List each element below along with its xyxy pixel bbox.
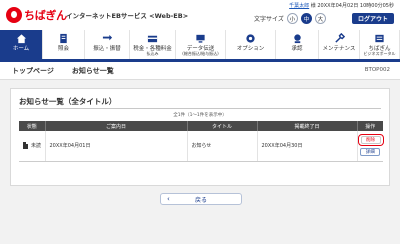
breadcrumb: トップページ お知らせ一覧: [12, 66, 114, 76]
screen-id: BTOP002: [364, 67, 390, 73]
user-suffix: 様: [310, 3, 316, 9]
service-name: インターネットEBサービス <Web-EB>: [66, 12, 189, 20]
tax-payment-icon: [147, 33, 158, 44]
font-size-label: 文字サイズ: [254, 16, 284, 23]
nav-item-tax-payment[interactable]: 税金・各種料金 払込み: [130, 30, 176, 59]
nav-item-maintenance[interactable]: メンテナンス: [319, 30, 360, 59]
notice-table: 状態 ご案内日 タイトル 掲載終了日 操作 未読 20XX年04月01日 お知ら…: [19, 121, 384, 162]
nav-label-maintenance: メンテナンス: [322, 46, 356, 52]
nav-label-option: オプション: [236, 46, 265, 52]
table-header-row: 状態 ご案内日 タイトル 掲載終了日 操作: [19, 121, 383, 131]
approval-icon: [292, 33, 303, 44]
logo-text: ちばぎん: [24, 9, 67, 22]
chevron-left-icon: ‹: [167, 195, 170, 203]
col-operation: 操作: [357, 121, 383, 131]
nav-sub-business-portal: ビジネスポータル: [363, 51, 396, 57]
date-cell: 20XX年04月01日: [45, 131, 188, 162]
nav-sub-data-transmission: (総合振込/給与振込): [182, 51, 219, 57]
global-nav: ホーム 照会 振込・振替 税金・各種料金 払込み データ伝送 (総合振込/給与振…: [0, 30, 400, 62]
nav-label-inquiry: 照会: [57, 46, 69, 52]
result-count: 全1件（1～1件を表示中）: [173, 113, 227, 118]
detail-button[interactable]: 詳細: [360, 147, 381, 156]
nav-label-home: ホーム: [12, 46, 30, 52]
status-cell: 未読: [19, 131, 46, 162]
back-button[interactable]: ‹ 戻る: [160, 193, 242, 205]
title-cell: お知らせ: [187, 131, 258, 162]
font-size-medium-button[interactable]: 中: [300, 13, 312, 24]
status-text: 未読: [31, 143, 42, 150]
business-portal-icon: [374, 33, 385, 44]
header: ちばぎん インターネットEBサービス <Web-EB> 千葉太郎 様 20XX年…: [0, 0, 400, 30]
back-label: 戻る: [194, 196, 207, 204]
nav-sub-tax-payment: 払込み: [146, 51, 159, 57]
col-title: タイトル: [187, 121, 258, 131]
logout-button[interactable]: ログアウト: [352, 13, 394, 24]
bank-logo[interactable]: ちばぎん: [6, 4, 67, 26]
option-icon: [245, 33, 256, 44]
font-size-selector: 文字サイズ 小 中 大: [254, 13, 326, 24]
nav-label-approval: 承認: [291, 46, 303, 52]
col-status: 状態: [19, 121, 46, 131]
breadcrumb-current: お知らせ一覧: [71, 67, 114, 75]
breadcrumb-bar: トップページ お知らせ一覧 BTOP002: [0, 62, 400, 80]
panel-divider: [19, 108, 381, 109]
operation-cell: 削除 詳細: [357, 131, 384, 162]
nav-item-home[interactable]: ホーム: [0, 30, 43, 59]
user-info: 千葉太郎 様 20XX年04月02日 10時00分05秒: [289, 2, 394, 9]
user-name[interactable]: 千葉太郎: [289, 3, 309, 9]
transfer-icon: [102, 33, 113, 44]
font-size-large-button[interactable]: 大: [314, 13, 326, 24]
panel-title: お知らせ一覧（全タイトル）: [19, 97, 117, 106]
notice-list-panel: お知らせ一覧（全タイトル） 全1件（1～1件を表示中） 状態 ご案内日 タイトル…: [10, 88, 390, 186]
nav-item-business-portal[interactable]: ちばぎん ビジネスポータル: [360, 30, 400, 59]
nav-item-inquiry[interactable]: 照会: [43, 30, 85, 59]
nav-label-transfer: 振込・振替: [93, 46, 121, 52]
table-row: 未読 20XX年04月01日 お知らせ 20XX年04月30日 削除 詳細: [19, 131, 384, 162]
nav-item-data-transmission[interactable]: データ伝送 (総合振込/給与振込): [176, 30, 226, 59]
data-transmission-icon: [195, 33, 206, 44]
unread-document-icon: [23, 142, 28, 150]
inquiry-icon: [58, 33, 69, 44]
breadcrumb-top: トップページ: [12, 67, 54, 75]
logo-mark-icon: [6, 7, 22, 23]
nav-item-option[interactable]: オプション: [226, 30, 276, 59]
col-date: ご案内日: [45, 121, 188, 131]
nav-item-transfer[interactable]: 振込・振替: [85, 30, 130, 59]
nav-item-approval[interactable]: 承認: [276, 30, 319, 59]
maintenance-icon: [334, 33, 345, 44]
end-date-cell: 20XX年04月30日: [257, 131, 358, 162]
last-login: 20XX年04月02日 10時00分05秒: [317, 3, 394, 9]
col-end-date: 掲載終了日: [257, 121, 358, 131]
home-icon: [16, 33, 27, 44]
delete-highlight: 削除: [357, 133, 384, 146]
delete-button[interactable]: 削除: [360, 135, 381, 144]
font-size-small-button[interactable]: 小: [286, 13, 298, 24]
